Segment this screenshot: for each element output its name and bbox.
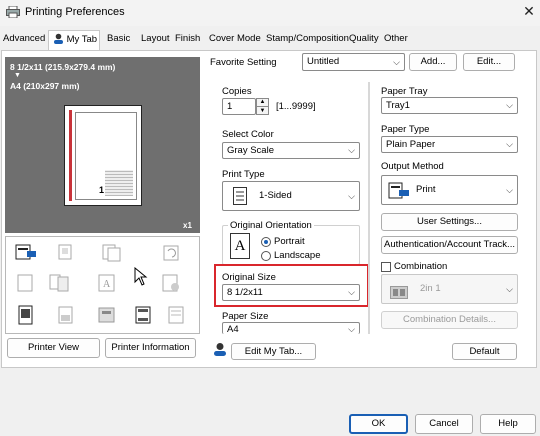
page-margin-icon[interactable]	[166, 305, 188, 325]
preview-copies-badge: x1	[183, 221, 192, 230]
copies-label: Copies	[222, 86, 252, 97]
page-preview: 8 1/2x11 (215.9x279.4 mm) ▼ A4 (210x297 …	[5, 57, 200, 233]
original-size-label: Original Size	[222, 272, 276, 283]
cursor-icon	[133, 266, 155, 287]
tab-other[interactable]: Other	[382, 30, 410, 50]
original-size-select[interactable]: 8 1/2x11 ⌵	[222, 284, 360, 301]
paper-tray-select[interactable]: Tray1 ⌵	[381, 97, 518, 114]
output-method-label: Output Method	[381, 161, 444, 172]
stepper-down-icon[interactable]: ▼	[257, 106, 268, 114]
settings-scrollbar[interactable]	[366, 82, 372, 334]
tab-quality[interactable]: Quality	[347, 30, 381, 50]
help-button[interactable]: Help	[480, 414, 536, 434]
rotate-icon[interactable]	[161, 243, 183, 263]
document-icon[interactable]	[15, 305, 37, 325]
tab-cover-mode[interactable]: Cover Mode	[207, 30, 263, 50]
authentication-account-track-button[interactable]: Authentication/Account Track...	[381, 236, 518, 254]
landscape-label: Landscape	[274, 250, 321, 261]
portrait-radio[interactable]	[261, 237, 271, 247]
paper-type-select[interactable]: Plain Paper ⌵	[381, 136, 518, 153]
chevron-down-icon: ⌵	[348, 145, 355, 155]
chevron-down-icon: ⌵	[348, 287, 355, 297]
preview-arrow-icon: ▼	[14, 72, 21, 79]
combination-label: Combination	[394, 261, 448, 272]
close-icon[interactable]: ✕	[520, 2, 538, 20]
print-type-label: Print Type	[222, 169, 265, 180]
user-icon	[213, 342, 227, 356]
tab-bar: Advanced My Tab Basic Layout Finish Cove…	[0, 30, 540, 51]
favorite-setting-label: Favorite Setting	[210, 57, 277, 68]
default-button[interactable]: Default	[452, 343, 517, 360]
one-sided-icon	[233, 187, 247, 205]
preview-output-size: A4 (210x297 mm)	[10, 81, 80, 91]
user-settings-button[interactable]: User Settings...	[381, 213, 518, 231]
booklet-icon[interactable]	[48, 273, 70, 293]
duplex-icon[interactable]	[100, 243, 122, 263]
chevron-down-icon: ⌵	[506, 100, 513, 110]
preview-page: 1	[64, 105, 142, 206]
chevron-down-icon: ⌵	[506, 185, 513, 195]
tab-layout[interactable]: Layout	[139, 30, 172, 50]
portrait-page-icon: A	[230, 233, 250, 259]
paper-size-select[interactable]: A4 ⌵	[222, 322, 360, 334]
copies-input[interactable]: 1	[222, 98, 256, 115]
ok-button[interactable]: OK	[349, 414, 408, 434]
orientation-label: Original Orientation	[228, 220, 314, 231]
edit-my-tab-button[interactable]: Edit My Tab...	[231, 343, 316, 360]
portrait-label: Portrait	[274, 236, 305, 247]
printer-icon	[6, 5, 20, 19]
tab-stamp-composition[interactable]: Stamp/Composition	[264, 30, 351, 50]
stepper-up-icon[interactable]: ▲	[257, 99, 268, 106]
chevron-down-icon: ⌵	[348, 191, 355, 201]
output-print-icon[interactable]	[15, 243, 37, 263]
paper-tray-label: Paper Tray	[381, 86, 428, 97]
copies-stepper[interactable]: ▲ ▼	[256, 98, 269, 115]
tab-finish[interactable]: Finish	[173, 30, 202, 50]
combination-details-button[interactable]: Combination Details...	[381, 311, 518, 329]
print-type-select[interactable]: 1-Sided ⌵	[222, 181, 360, 211]
output-method-select[interactable]: Print ⌵	[381, 175, 518, 205]
select-color-label: Select Color	[222, 129, 274, 140]
two-in-one-icon	[390, 283, 408, 299]
tab-basic[interactable]: Basic	[105, 30, 132, 50]
window-title: Printing Preferences	[25, 6, 125, 18]
stamp-icon[interactable]	[55, 305, 77, 325]
favorite-add-button[interactable]: Add...	[409, 53, 457, 71]
chevron-down-icon: ⌵	[506, 284, 513, 294]
chevron-down-icon: ⌵	[506, 139, 513, 149]
title-bar: Printing Preferences ✕	[0, 0, 540, 26]
chevron-down-icon: ⌵	[393, 57, 400, 67]
preview-original-size: 8 1/2x11 (215.9x279.4 mm)	[10, 62, 116, 72]
svg-text:A: A	[103, 279, 111, 290]
paper-size-label: Paper Size	[222, 311, 269, 322]
output-print-icon	[388, 181, 412, 201]
watermark-icon[interactable]	[160, 273, 182, 293]
tab-my-tab[interactable]: My Tab	[48, 30, 101, 51]
select-color-select[interactable]: Gray Scale ⌵	[222, 142, 360, 159]
combination-select[interactable]: 2in 1 ⌵	[381, 274, 518, 304]
paper-type-label: Paper Type	[381, 124, 430, 135]
chevron-down-icon: ⌵	[348, 324, 355, 334]
collate-icon[interactable]	[55, 243, 77, 263]
function-icon-panel: A	[5, 236, 200, 334]
staple-icon[interactable]	[96, 305, 118, 325]
combination-icon[interactable]	[15, 273, 37, 293]
copies-range: [1...9999]	[276, 101, 316, 112]
text-overlay-icon[interactable]: A	[96, 273, 118, 293]
printer-view-button[interactable]: Printer View	[7, 338, 100, 358]
favorite-edit-button[interactable]: Edit...	[463, 53, 515, 71]
cancel-button[interactable]: Cancel	[415, 414, 473, 434]
favorite-setting-select[interactable]: Untitled ⌵	[302, 53, 405, 71]
printer-information-button[interactable]: Printer Information	[105, 338, 196, 358]
preview-page-number: 1	[99, 185, 105, 195]
combination-checkbox[interactable]	[381, 262, 391, 272]
landscape-radio[interactable]	[261, 251, 271, 261]
user-icon	[53, 33, 64, 44]
tab-advanced[interactable]: Advanced	[1, 30, 47, 50]
header-footer-icon[interactable]	[133, 305, 155, 325]
